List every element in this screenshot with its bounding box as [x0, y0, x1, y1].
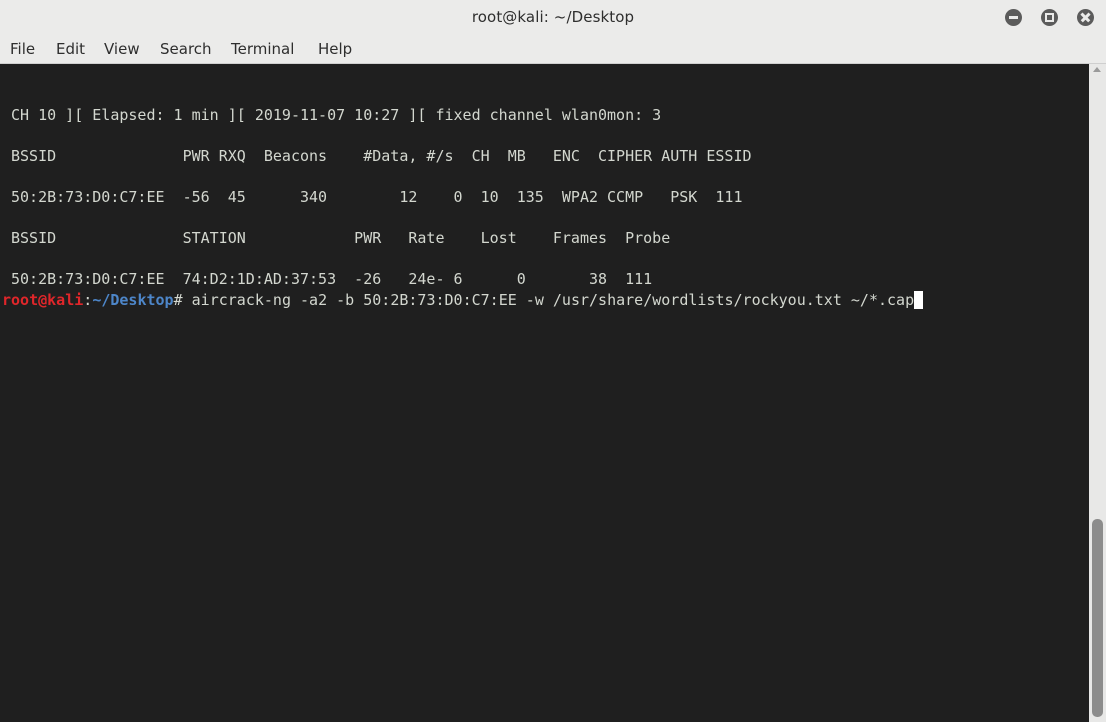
menu-terminal[interactable]: Terminal	[229, 40, 296, 58]
menu-search[interactable]: Search	[158, 40, 214, 58]
menu-bar: File Edit View Search Terminal Help	[0, 36, 1106, 64]
title-bar[interactable]: root@kali: ~/Desktop	[0, 0, 1106, 36]
command-text: aircrack-ng -a2 -b 50:2B:73:D0:C7:EE -w …	[182, 291, 915, 309]
maximize-icon[interactable]	[1041, 9, 1058, 26]
terminal-output[interactable]: CH 10 ][ Elapsed: 1 min ][ 2019-11-07 10…	[0, 64, 1089, 722]
menu-help[interactable]: Help	[316, 40, 354, 58]
scrollbar-thumb[interactable]	[1092, 519, 1103, 717]
station-table-header: BSSID STATION PWR Rate Lost Frames Probe	[11, 229, 671, 247]
scroll-up-icon[interactable]	[1093, 67, 1101, 72]
menu-view[interactable]: View	[102, 40, 142, 58]
menu-edit[interactable]: Edit	[54, 40, 87, 58]
menu-file[interactable]: File	[8, 40, 37, 58]
station-table-row: 50:2B:73:D0:C7:EE 74:D2:1D:AD:37:53 -26 …	[11, 270, 653, 288]
command-prompt-line[interactable]: root@kali:~/Desktop# aircrack-ng -a2 -b …	[2, 291, 924, 309]
ap-table-row: 50:2B:73:D0:C7:EE -56 45 340 12 0 10 135…	[11, 188, 743, 206]
ap-table-header: BSSID PWR RXQ Beacons #Data, #/s CH MB E…	[11, 147, 752, 165]
text-cursor	[914, 291, 924, 309]
prompt-user-host: root@kali	[2, 291, 84, 309]
prompt-symbol: #	[173, 291, 183, 309]
terminal-window: root@kali: ~/Desktop File Edit View Sear…	[0, 0, 1106, 722]
airodump-status-line: CH 10 ][ Elapsed: 1 min ][ 2019-11-07 10…	[11, 106, 662, 124]
window-title: root@kali: ~/Desktop	[471, 8, 635, 26]
prompt-path: ~/Desktop	[92, 291, 174, 309]
prompt-colon: :	[83, 291, 93, 309]
close-icon[interactable]	[1077, 9, 1094, 26]
vertical-scrollbar[interactable]	[1089, 64, 1106, 722]
minimize-icon[interactable]	[1005, 9, 1022, 26]
